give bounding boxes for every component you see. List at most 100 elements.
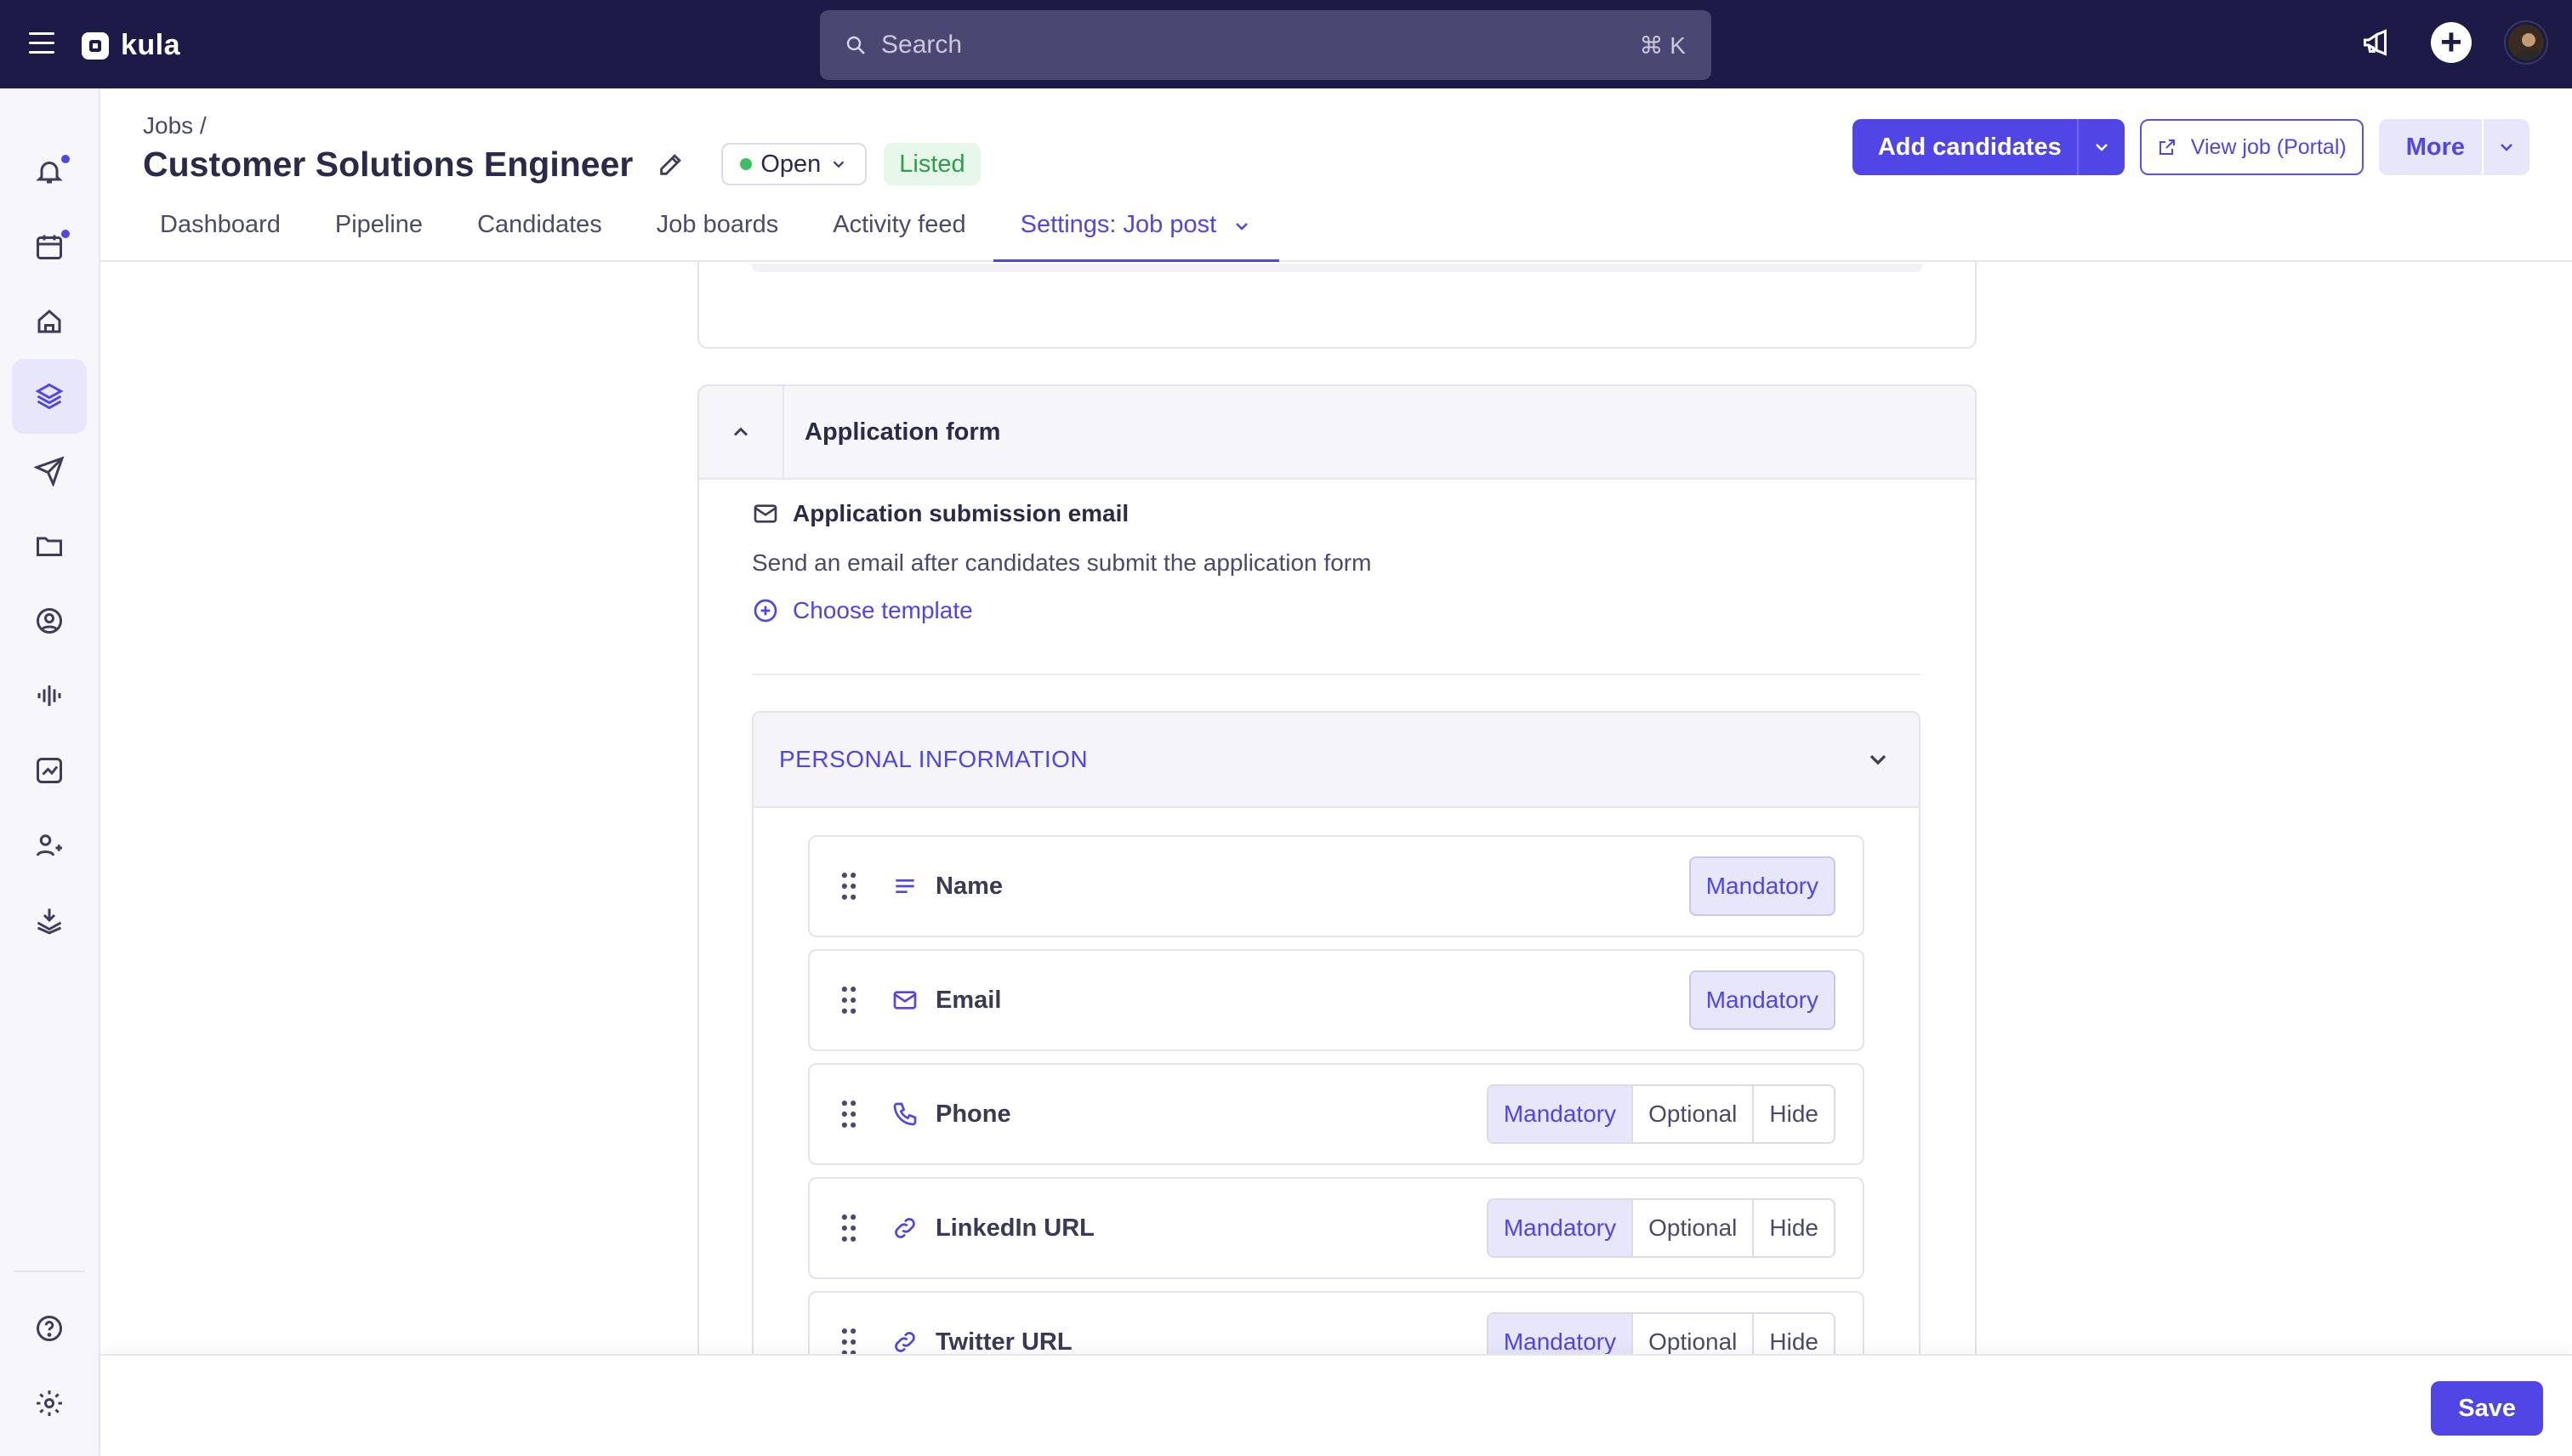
mandatory-option[interactable]: Mandatory — [1488, 1086, 1632, 1142]
view-job-portal-button[interactable]: View job (Portal) — [2139, 119, 2364, 175]
announcements-icon[interactable] — [2356, 22, 2397, 63]
job-header: Jobs / Customer Solutions Engineer Open … — [100, 88, 2572, 262]
page-title: Customer Solutions Engineer — [143, 144, 634, 184]
previous-section-card — [697, 262, 1977, 349]
application-form-title: Application form — [805, 418, 1001, 446]
tab-job-boards[interactable]: Job boards — [629, 199, 806, 262]
tab-activity-feed[interactable]: Activity feed — [805, 199, 993, 262]
more-button[interactable]: More — [2379, 134, 2482, 162]
collapse-section-button[interactable] — [699, 386, 784, 478]
edit-pencil-icon[interactable] — [657, 150, 686, 179]
jobs-layers-icon[interactable] — [12, 359, 87, 434]
add-candidates-button-group: Add candidates — [1852, 119, 2125, 175]
chevron-up-icon — [733, 427, 748, 436]
chevron-down-icon — [2095, 144, 2108, 151]
tab-pipeline[interactable]: Pipeline — [308, 199, 450, 262]
user-circle-icon[interactable] — [12, 583, 87, 658]
mail-icon — [754, 504, 777, 523]
folder-icon[interactable] — [12, 509, 87, 583]
submission-email-description: Send an email after candidates submit th… — [752, 549, 1372, 576]
create-new-button[interactable]: + — [2431, 22, 2472, 63]
field-row-name: Name Mandatory — [808, 835, 1864, 937]
search-bar[interactable]: ⌘ K — [820, 10, 1711, 80]
analytics-icon[interactable] — [12, 733, 87, 808]
chevron-down-icon — [833, 161, 845, 168]
drag-handle-icon[interactable] — [839, 1099, 859, 1129]
add-candidates-dropdown[interactable] — [2076, 119, 2125, 175]
submission-email-title: Application submission email — [793, 500, 1130, 526]
chevron-down-icon — [1869, 754, 1886, 765]
notifications-icon[interactable] — [12, 134, 87, 209]
user-avatar[interactable] — [2506, 22, 2546, 63]
mandatory-badge: Mandatory — [1688, 856, 1835, 916]
sidebar — [0, 88, 100, 1456]
optional-option[interactable]: Optional — [1631, 1200, 1752, 1256]
requirement-toggle: Mandatory Optional Hide — [1486, 1198, 1835, 1258]
tab-settings-job-post[interactable]: Settings: Job post — [993, 199, 1280, 262]
settings-gear-icon[interactable] — [12, 1366, 87, 1441]
field-row-twitter: Twitter URL Mandatory Optional Hide — [808, 1291, 1864, 1354]
team-icon[interactable] — [12, 808, 87, 883]
choose-template-link[interactable]: Choose template — [752, 597, 1920, 624]
field-label: Twitter URL — [936, 1328, 1073, 1355]
drag-handle-icon[interactable] — [839, 985, 859, 1015]
footer-bar: Save — [100, 1354, 2572, 1456]
field-row-phone: Phone Mandatory Optional Hide — [808, 1063, 1864, 1165]
personal-information-header[interactable]: PERSONAL INFORMATION — [754, 713, 1919, 808]
top-bar: kula ⌘ K + — [0, 0, 2572, 88]
status-dot — [740, 158, 753, 170]
hide-option[interactable]: Hide — [1752, 1314, 1834, 1354]
plus-circle-icon — [754, 599, 777, 623]
requirement-toggle: Mandatory Optional Hide — [1486, 1312, 1835, 1354]
tab-settings-label: Settings: Job post — [1020, 211, 1217, 238]
submission-email-section: Application submission email Send an ema… — [752, 500, 1920, 624]
mail-icon — [893, 991, 917, 1010]
external-link-icon — [2159, 139, 2175, 155]
tab-dashboard[interactable]: Dashboard — [143, 199, 308, 262]
section-divider — [752, 674, 1920, 675]
drag-handle-icon[interactable] — [839, 1327, 859, 1354]
save-button[interactable]: Save — [2431, 1381, 2543, 1436]
hide-option[interactable]: Hide — [1752, 1086, 1834, 1142]
audio-wave-icon[interactable] — [12, 658, 87, 733]
optional-option[interactable]: Optional — [1631, 1314, 1752, 1354]
import-layers-icon[interactable] — [12, 883, 87, 958]
more-button-group: More — [2378, 119, 2529, 175]
help-icon[interactable] — [12, 1291, 87, 1366]
more-dropdown[interactable] — [2482, 119, 2529, 175]
field-row-linkedin: LinkedIn URL Mandatory Optional Hide — [808, 1177, 1864, 1279]
add-candidates-button[interactable]: Add candidates — [1852, 134, 2077, 162]
calendar-dot — [61, 230, 70, 238]
breadcrumb[interactable]: Jobs / — [143, 112, 207, 139]
status-label: Open — [760, 150, 822, 178]
requirement-toggle: Mandatory Optional Hide — [1486, 1084, 1835, 1144]
optional-option[interactable]: Optional — [1631, 1086, 1752, 1142]
drag-handle-icon[interactable] — [839, 1213, 859, 1243]
text-lines-icon — [896, 879, 914, 893]
field-label: LinkedIn URL — [936, 1214, 1095, 1242]
application-form-header: Application form — [699, 386, 1975, 480]
menu-icon[interactable] — [29, 32, 54, 54]
send-icon[interactable] — [12, 434, 87, 509]
settings-content[interactable]: Application form Application submission … — [100, 262, 2572, 1354]
status-dropdown[interactable]: Open — [721, 143, 868, 185]
chevron-down-icon — [1236, 223, 1249, 230]
field-label: Name — [936, 872, 1003, 900]
search-icon — [846, 36, 865, 54]
tab-candidates[interactable]: Candidates — [450, 199, 629, 262]
job-tabs: Dashboard Pipeline Candidates Job boards… — [143, 199, 1280, 262]
drag-handle-icon[interactable] — [839, 871, 859, 901]
choose-template-label: Choose template — [793, 597, 973, 623]
search-input[interactable] — [881, 31, 1640, 60]
notification-dot — [61, 155, 70, 163]
home-icon[interactable] — [12, 284, 87, 359]
app-logo[interactable]: kula — [82, 29, 180, 62]
calendar-icon[interactable] — [12, 209, 87, 284]
mandatory-option[interactable]: Mandatory — [1488, 1200, 1632, 1256]
field-label: Email — [936, 986, 1002, 1014]
hide-option[interactable]: Hide — [1752, 1200, 1834, 1256]
app-name: kula — [121, 29, 181, 61]
kula-logo-icon — [82, 31, 109, 60]
mandatory-option[interactable]: Mandatory — [1488, 1314, 1632, 1354]
chevron-down-icon — [2501, 144, 2512, 151]
